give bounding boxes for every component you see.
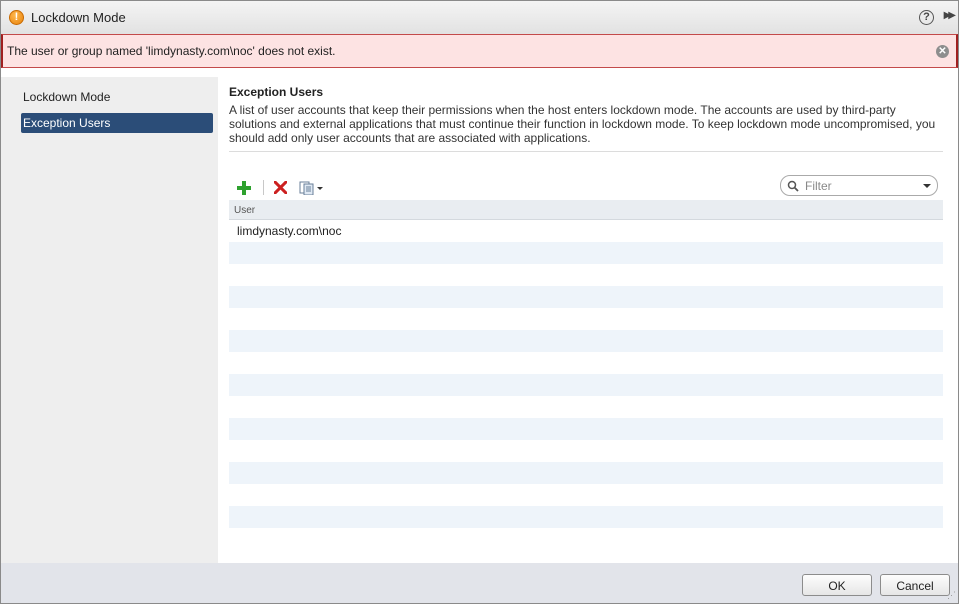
window-title: Lockdown Mode bbox=[31, 10, 126, 25]
search-icon bbox=[787, 180, 799, 192]
section-description: A list of user accounts that keep their … bbox=[229, 103, 936, 145]
export-button[interactable] bbox=[297, 177, 327, 197]
title-bar: ! Lockdown Mode ? ▶▶ bbox=[1, 1, 958, 35]
dialog-footer: OK Cancel ⋰ bbox=[1, 563, 958, 603]
resize-grip-icon[interactable]: ⋰ bbox=[947, 590, 956, 601]
sidebar-item-label: Exception Users bbox=[23, 116, 111, 130]
error-message: The user or group named 'limdynasty.com\… bbox=[7, 44, 336, 58]
table-rows: limdynasty.com\noc bbox=[229, 220, 943, 550]
plus-icon bbox=[237, 180, 251, 195]
add-user-button[interactable] bbox=[234, 177, 254, 197]
cancel-button[interactable]: Cancel bbox=[880, 574, 950, 596]
sidebar-item-exception-users[interactable]: Exception Users bbox=[21, 113, 213, 133]
table-row[interactable]: limdynasty.com\noc bbox=[229, 220, 943, 242]
sidebar: Lockdown Mode Exception Users bbox=[1, 77, 218, 563]
error-banner: The user or group named 'limdynasty.com\… bbox=[1, 34, 958, 68]
empty-row bbox=[229, 308, 943, 330]
empty-row bbox=[229, 242, 943, 264]
help-icon[interactable]: ? bbox=[919, 10, 934, 25]
close-icon[interactable]: ✕ bbox=[936, 45, 949, 58]
empty-row bbox=[229, 330, 943, 352]
filter-input[interactable] bbox=[803, 178, 919, 194]
main-content: Exception Users A list of user accounts … bbox=[218, 77, 958, 563]
divider bbox=[229, 151, 943, 152]
section-title: Exception Users bbox=[229, 85, 324, 99]
lockdown-mode-dialog: ! Lockdown Mode ? ▶▶ The user or group n… bbox=[0, 0, 959, 604]
empty-row bbox=[229, 484, 943, 506]
empty-row bbox=[229, 506, 943, 528]
empty-row bbox=[229, 396, 943, 418]
delete-x-icon bbox=[272, 180, 288, 196]
empty-row bbox=[229, 374, 943, 396]
empty-row bbox=[229, 286, 943, 308]
empty-row bbox=[229, 528, 943, 550]
filter-box bbox=[780, 175, 938, 196]
exception-users-table: User limdynasty.com\noc bbox=[229, 200, 943, 552]
empty-row bbox=[229, 418, 943, 440]
expand-icon[interactable]: ▶▶ bbox=[944, 10, 957, 21]
sidebar-item-label: Lockdown Mode bbox=[23, 90, 111, 104]
remove-user-button[interactable] bbox=[270, 177, 290, 197]
empty-row bbox=[229, 462, 943, 484]
ok-button[interactable]: OK bbox=[802, 574, 872, 596]
sidebar-item-lockdown-mode[interactable]: Lockdown Mode bbox=[21, 87, 213, 107]
warning-icon: ! bbox=[9, 10, 24, 25]
cell-user: limdynasty.com\noc bbox=[237, 224, 342, 238]
chevron-down-icon[interactable] bbox=[923, 184, 931, 188]
column-header-label: User bbox=[234, 205, 256, 216]
empty-row bbox=[229, 264, 943, 286]
export-copy-icon bbox=[299, 181, 323, 196]
empty-row bbox=[229, 440, 943, 462]
toolbar-separator bbox=[263, 180, 264, 195]
column-header-user[interactable]: User bbox=[229, 200, 943, 220]
empty-row bbox=[229, 352, 943, 374]
